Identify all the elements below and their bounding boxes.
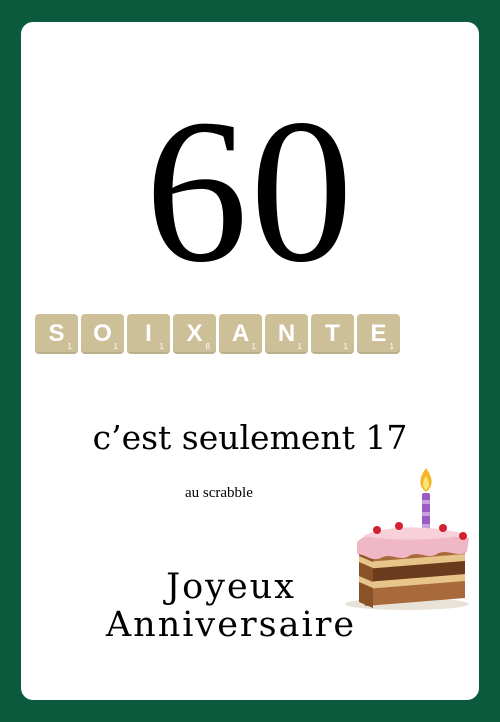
tile-points: 1 (297, 342, 302, 351)
scrabble-tile: T 1 (311, 314, 354, 354)
greeting-line-1: Joyeux (166, 567, 296, 607)
scrabble-tile: O 1 (81, 314, 124, 354)
birthday-cake-icon (345, 468, 469, 610)
small-caption: au scrabble (185, 485, 253, 501)
tile-points: 1 (159, 342, 164, 351)
tile-points: 1 (343, 342, 348, 351)
scrabble-tile: E 1 (357, 314, 400, 354)
birthday-card: 60 S 1 O 1 I 1 X 8 A 1 N 1 T 1 E 1 c’est… (21, 22, 479, 700)
age-number: 60 (145, 76, 355, 305)
scrabble-tile: X 8 (173, 314, 216, 354)
scrabble-tile: I 1 (127, 314, 170, 354)
tile-points: 1 (251, 342, 256, 351)
tile-points: 8 (205, 342, 210, 351)
subtitle: c’est seulement 17 (92, 418, 408, 457)
scrabble-tile: S 1 (35, 314, 78, 354)
greeting: Joyeux Anniversaire (81, 568, 381, 644)
greeting-line-2: Anniversaire (105, 605, 357, 645)
scrabble-tile: N 1 (265, 314, 308, 354)
tile-points: 1 (67, 342, 72, 351)
tile-points: 1 (113, 342, 118, 351)
scrabble-tile: A 1 (219, 314, 262, 354)
tile-points: 1 (389, 342, 394, 351)
scrabble-tiles: S 1 O 1 I 1 X 8 A 1 N 1 T 1 E 1 (35, 314, 400, 354)
